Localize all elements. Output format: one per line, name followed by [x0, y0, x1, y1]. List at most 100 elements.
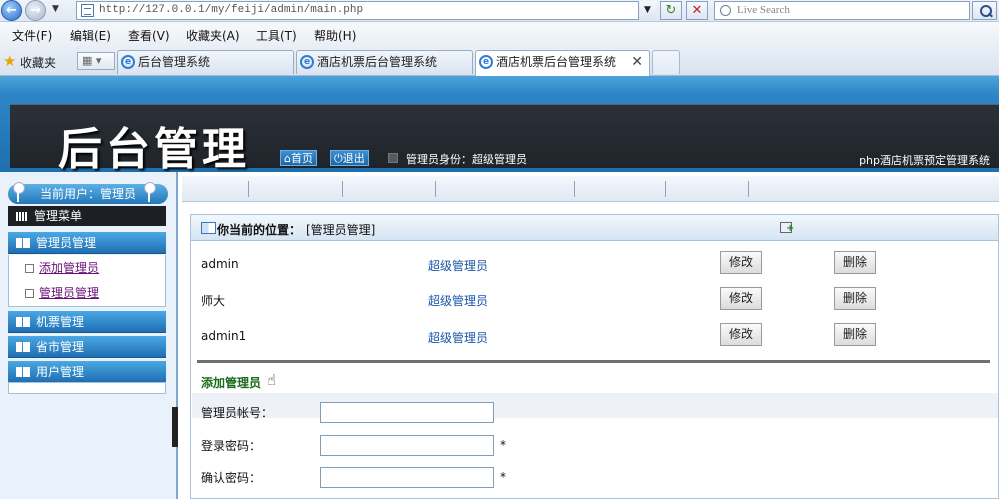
sidebar-section-users[interactable]: 用户管理: [8, 361, 166, 383]
delete-button[interactable]: 删除: [834, 251, 876, 274]
section-divider: [197, 360, 990, 363]
favorites-button[interactable]: 收藏夹: [20, 54, 56, 71]
favorites-star-icon[interactable]: ★: [3, 52, 16, 70]
location-value: [管理员管理]: [306, 223, 376, 237]
search-placeholder: Live Search: [737, 4, 790, 16]
home-link[interactable]: ⌂首页: [280, 150, 317, 166]
password-label: 登录密码：: [201, 439, 262, 453]
menu-tools[interactable]: 工具(T): [256, 27, 297, 44]
strip-divider: [748, 181, 749, 197]
book-icon: [16, 342, 30, 352]
menu-edit[interactable]: 编辑(E): [70, 27, 111, 44]
required-mark: *: [500, 438, 506, 452]
menu-favorites[interactable]: 收藏夹(A): [186, 27, 240, 44]
new-tab-button[interactable]: [652, 50, 680, 74]
section-label: 管理员管理: [36, 236, 97, 250]
book-icon: [16, 238, 30, 248]
sidebar-collapse-handle[interactable]: [172, 407, 178, 447]
system-name: php酒店机票预定管理系统: [859, 154, 990, 167]
grid-icon: [16, 212, 28, 221]
sidebar-section-provinces[interactable]: 省市管理: [8, 336, 166, 358]
required-mark: *: [500, 470, 506, 484]
sidebar-section-admin[interactable]: 管理员管理: [8, 232, 166, 254]
strip-divider: [435, 181, 436, 197]
tab-label: 后台管理系统: [138, 55, 211, 69]
refresh-icon[interactable]: ↻: [660, 1, 682, 20]
password-input[interactable]: [320, 435, 494, 456]
tab-3-active[interactable]: e 酒店机票后台管理系统 ✕: [475, 50, 650, 77]
doc-icon: [25, 289, 34, 298]
live-search-icon: [720, 5, 731, 16]
add-admin-title: 添加管理员: [201, 376, 262, 390]
logout-link[interactable]: ⏻退出: [330, 150, 369, 166]
confirm-password-label: 确认密码：: [201, 471, 262, 485]
url-input[interactable]: http://127.0.0.1/my/feiji/admin/main.php: [76, 1, 656, 20]
menu-file[interactable]: 文件(F): [12, 27, 52, 44]
tab-2[interactable]: e 酒店机票后台管理系统: [296, 50, 473, 74]
back-button[interactable]: ←: [1, 0, 22, 21]
sidebar-item-add-admin[interactable]: 添加管理员: [39, 259, 99, 276]
location-bar: 你当前的位置： [管理员管理]: [191, 215, 998, 241]
forward-button[interactable]: →: [25, 0, 46, 21]
browser-address-bar: ← → ▼ http://127.0.0.1/my/feiji/admin/ma…: [0, 0, 999, 22]
search-icon[interactable]: [972, 1, 997, 20]
strip-divider: [342, 181, 343, 197]
url-dropdown-icon[interactable]: ▼: [638, 1, 656, 20]
content-toolbar-strip: [182, 176, 999, 202]
menu-title: 管理菜单: [8, 206, 166, 226]
ie-icon: e: [479, 55, 493, 69]
main-content: 你当前的位置： [管理员管理] admin 超级管理员 修改 删除 师大 超级管…: [190, 214, 999, 499]
site-title: 后台管理: [58, 124, 250, 175]
tab-1[interactable]: e 后台管理系统: [117, 50, 294, 74]
edit-button[interactable]: 修改: [720, 287, 762, 310]
doc-icon: [25, 264, 34, 273]
section-label: 机票管理: [36, 315, 85, 329]
admin-role: 超级管理员: [428, 294, 489, 308]
confirm-password-input[interactable]: [320, 467, 494, 488]
history-dropdown-icon[interactable]: ▼: [52, 4, 59, 14]
admin-role: 超级管理员: [428, 331, 489, 345]
admin-name: 师大: [201, 294, 226, 308]
add-record-icon[interactable]: [780, 222, 794, 234]
section-label: 省市管理: [36, 340, 85, 354]
home-label: 首页: [290, 152, 313, 165]
hand-cursor-icon: ☝: [267, 371, 277, 389]
strip-divider: [665, 181, 666, 197]
edit-button[interactable]: 修改: [720, 323, 762, 346]
section-label: 用户管理: [36, 365, 85, 379]
menu-help[interactable]: 帮助(H): [314, 27, 356, 44]
menu-view[interactable]: 查看(V): [128, 27, 170, 44]
sidebar-section-tickets[interactable]: 机票管理: [8, 311, 166, 333]
stop-icon[interactable]: ✕: [686, 1, 708, 20]
tab-label: 酒店机票后台管理系统: [496, 55, 617, 69]
sidebar: 当前用户：管理员 管理菜单 管理员管理 添加管理员 管理员管理 机票管理 省市管…: [0, 172, 178, 499]
delete-button[interactable]: 删除: [834, 323, 876, 346]
edit-button[interactable]: 修改: [720, 251, 762, 274]
sidebar-item-admin-manage[interactable]: 管理员管理: [39, 284, 99, 301]
pin-icon: [144, 182, 156, 202]
logout-label: 退出: [342, 152, 365, 165]
sidebar-footer: [8, 382, 166, 394]
site-header: 后台管理 ⌂首页 ⏻退出 管理员身份：超级管理员 php酒店机票预定管理系统: [0, 76, 999, 175]
location-icon: [201, 222, 216, 234]
book-icon: [16, 317, 30, 327]
strip-divider: [574, 181, 575, 197]
browser-menu-bar: 文件(F) 编辑(E) 查看(V) 收藏夹(A) 工具(T) 帮助(H): [0, 22, 999, 46]
browser-tab-bar: ★ 收藏夹 ▦ ▾ e 后台管理系统 e 酒店机票后台管理系统 e 酒店机票后台…: [0, 46, 999, 77]
admin-submenu: 添加管理员 管理员管理: [8, 255, 166, 307]
url-text: http://127.0.0.1/my/feiji/admin/main.php: [99, 4, 364, 16]
delete-button[interactable]: 删除: [834, 287, 876, 310]
close-tab-icon[interactable]: ✕: [631, 51, 643, 73]
strip-divider: [248, 181, 249, 197]
location-label: 你当前的位置：: [217, 223, 302, 237]
admin-name: admin1: [201, 329, 247, 343]
role-icon: [388, 153, 398, 163]
account-label: 管理员帐号：: [201, 406, 274, 420]
tab-label: 酒店机票后台管理系统: [317, 55, 438, 69]
account-input[interactable]: [320, 402, 494, 423]
search-input[interactable]: Live Search: [714, 1, 970, 20]
pin-icon: [13, 182, 25, 202]
book-icon: [16, 367, 30, 377]
form-row-highlight: [192, 393, 998, 418]
quick-tabs-button[interactable]: ▦ ▾: [77, 52, 115, 70]
